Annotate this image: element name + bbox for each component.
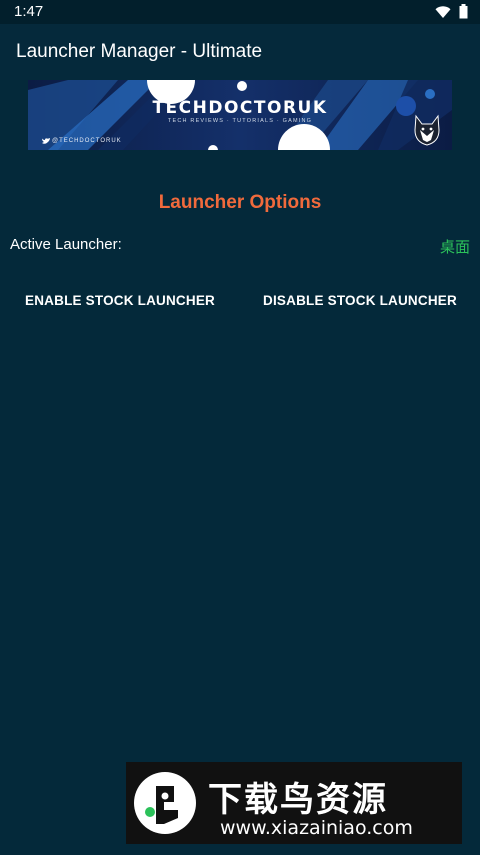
banner-handle: @TECHDOCTORUK: [52, 138, 122, 144]
twitter-icon: [42, 138, 50, 145]
wifi-icon: [435, 5, 451, 24]
status-icons: [435, 4, 468, 24]
banner-title: TECHDOCTORUK: [152, 98, 328, 118]
status-time: 1:47: [14, 3, 44, 20]
disable-stock-launcher-button[interactable]: DISABLE STOCK LAUNCHER: [260, 284, 460, 318]
watermark-title: 下载鸟资源: [208, 780, 388, 820]
launcher-options-title: Launcher Options: [158, 192, 322, 213]
battery-icon: [459, 4, 468, 24]
watermark: 下载鸟资源 www.xiazainiao.com: [126, 762, 462, 844]
active-launcher-value: 桌面: [439, 239, 470, 256]
bird-logo-icon: [134, 772, 196, 834]
watermark-url: www.xiazainiao.com: [220, 817, 413, 839]
app-bar: Launcher Manager - Ultimate: [0, 24, 480, 80]
banner-subtitle: TECH REVIEWS · TUTORIALS · GAMING: [167, 118, 313, 124]
app-title: Launcher Manager - Ultimate: [16, 41, 263, 62]
status-bar: 1:47: [0, 0, 480, 24]
enable-stock-launcher-button[interactable]: ENABLE STOCK LAUNCHER: [20, 284, 220, 318]
banner-image: TECHDOCTORUK TECH REVIEWS · TUTORIALS · …: [28, 80, 452, 150]
husky-logo-icon: [412, 114, 442, 146]
active-launcher-label: Active Launcher:: [10, 236, 122, 253]
